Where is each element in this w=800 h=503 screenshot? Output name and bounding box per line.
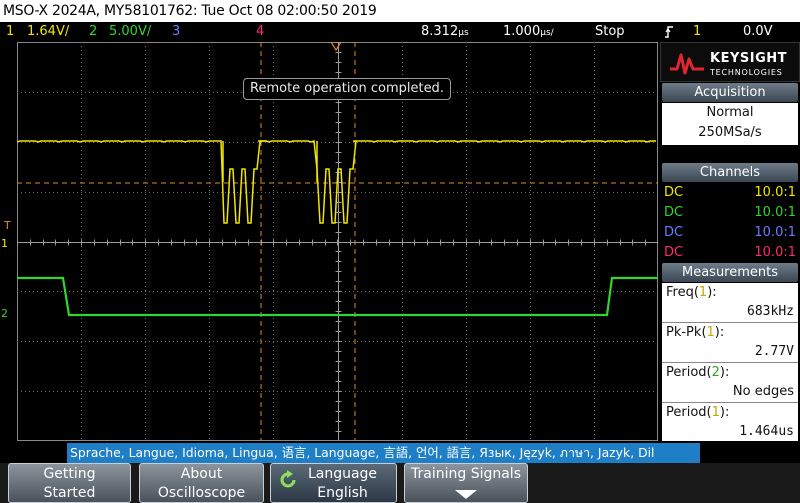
measurement-value: 683kHz (747, 304, 794, 319)
measurement-value: 2.77V (754, 344, 794, 359)
measurement-label: Pk-Pk(1): (666, 325, 725, 340)
acquisition-mode: Normal (706, 105, 754, 120)
channel-row-4[interactable]: DC 10.0:1 (662, 243, 798, 262)
acquisition-header[interactable]: Acquisition (662, 83, 798, 102)
keysight-wave-icon (670, 53, 704, 75)
trigger-level[interactable]: 0.0V (743, 22, 773, 42)
channel-row-3[interactable]: DC 10.0:1 (662, 223, 798, 242)
ch2-waveform (17, 276, 658, 317)
status-bar: 1 1.64V/ 2 5.00V/ 3 4 8.312µs 1.000µs/ S… (0, 22, 800, 42)
ch3-number[interactable]: 3 (172, 22, 180, 42)
divider (662, 362, 798, 363)
ch1-ground-marker[interactable]: 1 (1, 238, 8, 249)
channel-row-2[interactable]: DC 10.0:1 (662, 203, 798, 222)
title-bar: MSO-X 2024A, MY58101762: Tue Oct 08 02:0… (0, 0, 800, 22)
notification-toast: Remote operation completed. (243, 78, 451, 100)
measurement-value: 1.464us (739, 424, 794, 439)
brand-subtitle: TECHNOLOGIES (710, 68, 783, 77)
waveform-display[interactable] (17, 42, 658, 441)
softkey-bar: Getting Started About Oscilloscope Langu… (0, 463, 800, 503)
channels-list: DC 10.0:1 DC 10.0:1 DC 10.0:1 DC 10.0:1 (662, 183, 798, 261)
channels-header[interactable]: Channels (662, 163, 798, 182)
ch4-number[interactable]: 4 (256, 22, 264, 42)
keysight-logo: KEYSIGHT TECHNOLOGIES (660, 42, 800, 82)
time-scale[interactable]: 1.000µs/ (503, 22, 554, 43)
measurements-header[interactable]: Measurements (662, 263, 798, 282)
trigger-edge-icon (664, 22, 674, 42)
divider (662, 322, 798, 323)
channel-row-1[interactable]: DC 10.0:1 (662, 183, 798, 202)
trigger-source[interactable]: 1 (693, 22, 701, 42)
measurement-label: Period(2): (666, 365, 730, 380)
measurement-label: Period(1): (666, 405, 730, 420)
training-signals-button[interactable]: Training Signals (404, 463, 528, 503)
about-oscilloscope-button[interactable]: About Oscilloscope (139, 463, 264, 503)
ch1-edges (222, 140, 356, 182)
ch1-scale[interactable]: 1.64V/ (27, 22, 69, 42)
trigger-level-marker[interactable]: T (4, 220, 11, 231)
measurements-list: Freq(1): 683kHz Pk-Pk(1): 2.77V Period(2… (662, 283, 798, 441)
brand-name: KEYSIGHT (710, 51, 787, 66)
language-button[interactable]: Language English (270, 463, 397, 503)
arrow-down-icon (455, 490, 477, 499)
sample-rate: 250MSa/s (698, 125, 762, 140)
measurement-label: Freq(1): (666, 285, 717, 300)
divider (662, 402, 798, 403)
getting-started-button[interactable]: Getting Started (8, 463, 131, 503)
ch2-scale[interactable]: 5.00V/ (109, 22, 151, 42)
title-text: MSO-X 2024A, MY58101762: Tue Oct 08 02:0… (3, 3, 377, 19)
time-reference[interactable]: 8.312µs (421, 22, 469, 43)
trigger-position-marker (330, 42, 342, 52)
side-panel: KEYSIGHT TECHNOLOGIES Acquisition Normal… (660, 42, 800, 441)
ch2-number[interactable]: 2 (89, 22, 97, 42)
acquisition-info: Normal 250MSa/s (662, 103, 798, 145)
ch2-ground-marker[interactable]: 2 (1, 308, 8, 319)
run-state[interactable]: Stop (595, 22, 625, 42)
channel-marker-strip: T 1 2 (0, 42, 17, 441)
rotate-knob-icon (280, 470, 296, 488)
language-banner: Sprache, Langue, Idioma, Lingua, 语言, Lan… (67, 443, 700, 463)
measurement-value: No edges (732, 384, 794, 399)
ch1-number[interactable]: 1 (6, 22, 14, 42)
waveform-graticule (17, 42, 658, 441)
